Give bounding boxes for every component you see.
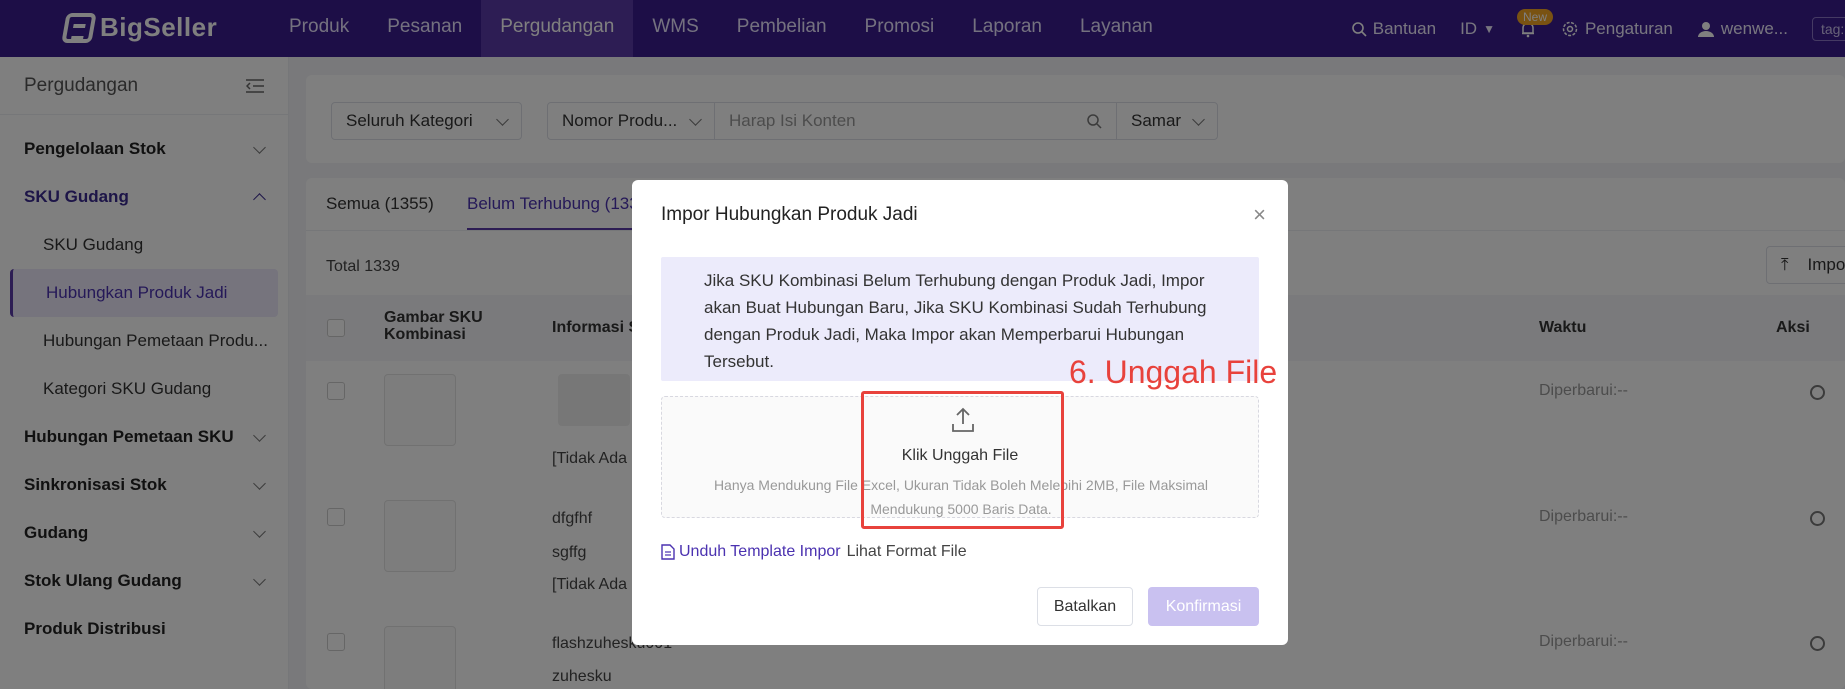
annotation-highlight-box: [861, 391, 1064, 529]
download-template-label: Unduh Template Impor: [679, 543, 841, 560]
cancel-button[interactable]: Batalkan: [1037, 587, 1133, 626]
view-format-link[interactable]: Lihat Format File: [847, 543, 967, 561]
template-links: Unduh Template Impor Lihat Format File: [661, 543, 967, 561]
document-icon: [661, 544, 675, 560]
close-icon[interactable]: ×: [1253, 202, 1266, 228]
confirm-button[interactable]: Konfirmasi: [1148, 587, 1259, 626]
annotation-label: 6. Unggah File: [1069, 354, 1278, 390]
download-template-link[interactable]: Unduh Template Impor: [661, 543, 841, 561]
modal-title: Impor Hubungkan Produk Jadi: [661, 204, 918, 225]
